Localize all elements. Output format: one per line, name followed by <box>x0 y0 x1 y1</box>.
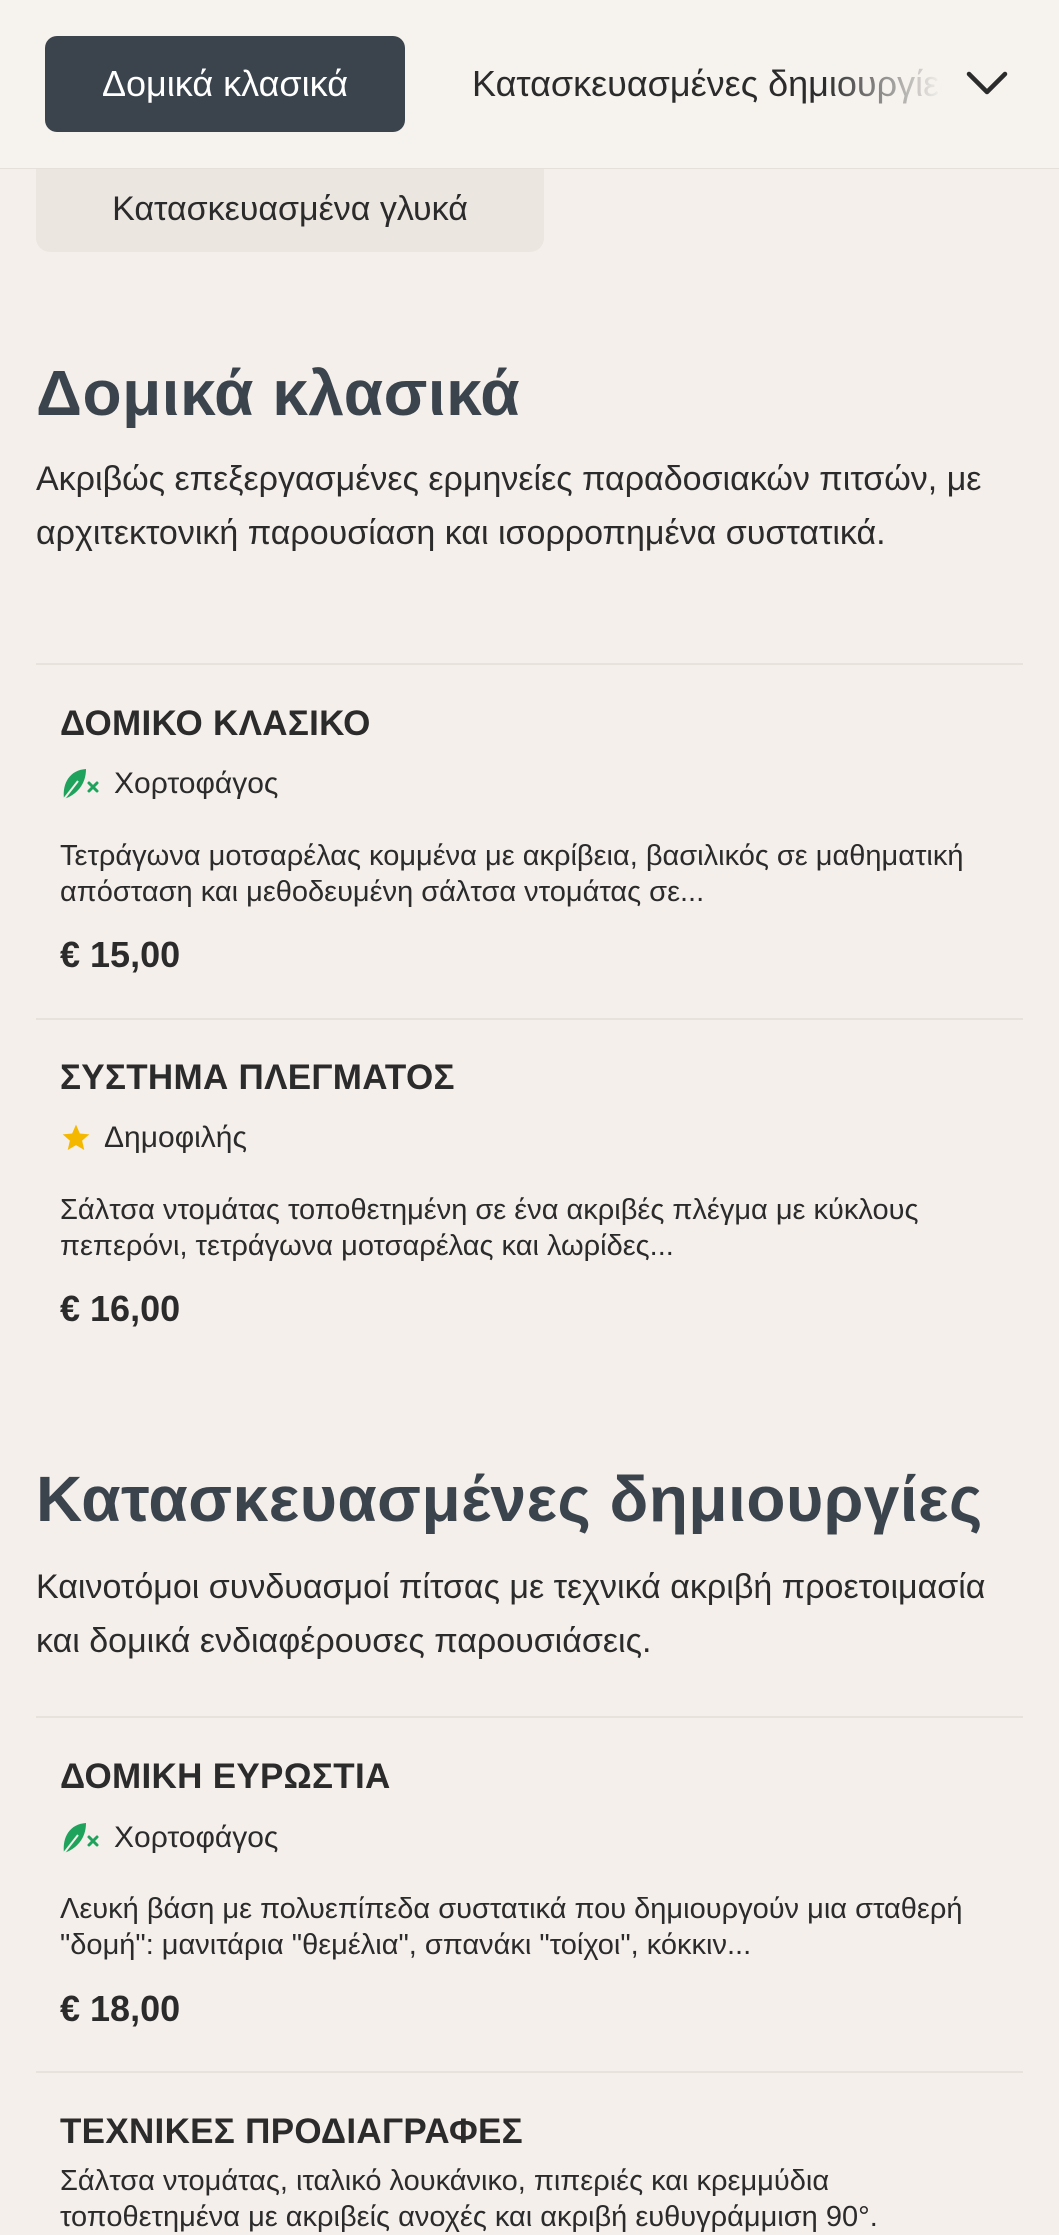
divider <box>36 1716 1023 1718</box>
section-description: Καινοτόμοι συνδυασμοί πίτσας με τεχνικά … <box>36 1568 986 1660</box>
item-description: Σάλτσα ντομάτας τοποθετημένη σε ένα ακρι… <box>60 1194 919 1262</box>
popular-tag: Δημοφιλής <box>60 1118 247 1158</box>
item-name: ΣΥΣΤΗΜΑ ΠΛΕΓΜΑΤΟΣ <box>60 1058 455 1097</box>
item-price: € 15,00 <box>60 934 181 975</box>
chevron-down-icon[interactable] <box>962 62 1012 106</box>
section-title: Κατασκευασμένες δημιουργίες <box>36 1463 983 1535</box>
item-name: ΤΕΧΝΙΚΕΣ ΠΡΟΔΙΑΓΡΑΦΕΣ <box>60 2112 523 2151</box>
vegetarian-leaf-icon <box>60 1818 102 1858</box>
tab-crafted-creations[interactable]: Κατασκευασμένες δημιουργίες <box>472 36 942 132</box>
tab-crafted-desserts[interactable]: Κατασκευασμένα γλυκά <box>36 166 544 252</box>
dietary-tag: Χορτοφάγος <box>60 764 278 804</box>
item-name: ΔΟΜΙΚΟ ΚΛΑΣΙΚΟ <box>60 704 371 743</box>
divider <box>36 663 1023 665</box>
divider <box>36 1018 1023 1020</box>
item-price: € 18,00 <box>60 1988 181 2029</box>
section-description: Ακριβώς επεξεργασμένες ερμηνείες παραδοσ… <box>36 460 982 552</box>
item-price: € 16,00 <box>60 1288 181 1329</box>
item-name: ΔΟΜΙΚΗ ΕΥΡΩΣΤΙΑ <box>60 1757 391 1796</box>
divider <box>36 2071 1023 2073</box>
tag-label: Χορτοφάγος <box>114 1821 279 1854</box>
section-title: Δομικά κλασικά <box>36 357 521 429</box>
dietary-tag: Χορτοφάγος <box>60 1818 278 1858</box>
item-description: Σάλτσα ντομάτας, ιταλικό λουκάνικο, πιπε… <box>60 2165 878 2233</box>
tag-label: Χορτοφάγος <box>114 767 279 800</box>
item-description: Λευκή βάση με πολυεπίπεδα συστατικά που … <box>60 1893 963 1961</box>
tab-structural-classics[interactable]: Δομικά κλασικά <box>45 36 405 132</box>
tag-label: Δημοφιλής <box>104 1121 247 1154</box>
item-description: Τετράγωνα μοτσαρέλας κομμένα με ακρίβεια… <box>60 840 964 908</box>
star-icon <box>60 1118 92 1158</box>
category-nav: Δομικά κλασικά Κατασκευασμένες δημιουργί… <box>0 0 1059 169</box>
vegetarian-leaf-icon <box>60 764 102 804</box>
